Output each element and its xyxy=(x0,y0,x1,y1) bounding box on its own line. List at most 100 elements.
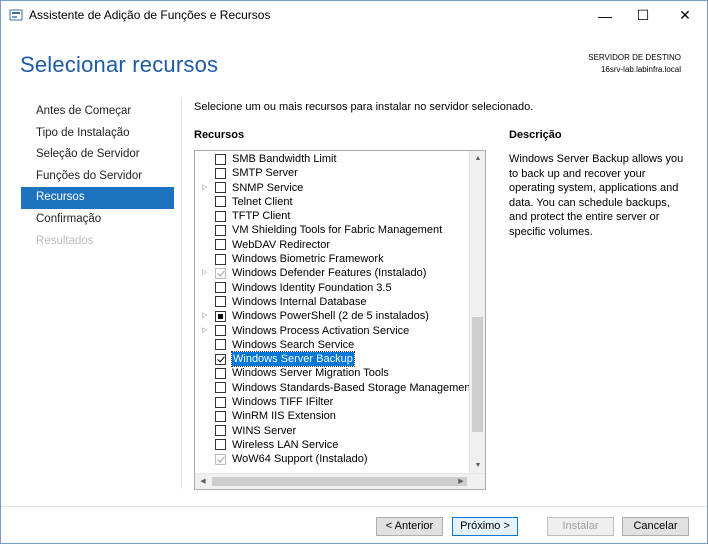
scroll-up-icon[interactable]: ▲ xyxy=(470,151,485,167)
window-title: Assistente de Adição de Funções e Recurs… xyxy=(29,8,271,22)
server-manager-icon xyxy=(9,9,23,21)
title-bar: Assistente de Adição de Funções e Recurs… xyxy=(1,1,707,30)
feature-row[interactable]: ▷ SNMP Service xyxy=(195,181,470,195)
feature-row[interactable]: WebDAV Redirector xyxy=(195,238,470,252)
destination-server-name: 16srv-lab.labinfra.local xyxy=(600,65,681,74)
features-header: Recursos xyxy=(194,129,245,141)
feature-label: TFTP Client xyxy=(232,210,291,223)
feature-checkbox xyxy=(215,453,226,465)
feature-label: Windows Identity Foundation 3.5 xyxy=(232,281,392,294)
feature-checkbox[interactable] xyxy=(215,425,226,437)
vertical-scrollbar[interactable]: ▲ ▼ xyxy=(469,151,485,474)
feature-checkbox[interactable] xyxy=(215,153,226,165)
scroll-down-icon[interactable]: ▼ xyxy=(470,458,485,474)
feature-checkbox[interactable] xyxy=(215,253,226,265)
feature-row[interactable]: WinRM IIS Extension xyxy=(195,409,470,423)
close-button[interactable]: ✕ xyxy=(667,1,703,30)
feature-row[interactable]: Windows Server Migration Tools xyxy=(195,366,470,380)
description-header: Descrição xyxy=(509,129,562,141)
feature-row[interactable]: Telnet Client xyxy=(195,195,470,209)
feature-row[interactable]: Windows Identity Foundation 3.5 xyxy=(195,281,470,295)
footer-divider xyxy=(1,506,707,507)
feature-label: WebDAV Redirector xyxy=(232,238,331,251)
feature-label: Windows Standards-Based Storage Manageme… xyxy=(232,381,474,394)
scroll-right-icon[interactable]: ▶ xyxy=(453,474,469,489)
feature-checkbox[interactable] xyxy=(215,439,226,451)
wizard-window: Assistente de Adição de Funções e Recurs… xyxy=(0,0,708,544)
feature-label: WINS Server xyxy=(232,424,297,437)
expand-arrow-icon[interactable]: ▷ xyxy=(202,324,210,338)
feature-row[interactable]: TFTP Client xyxy=(195,209,470,223)
feature-row[interactable]: SMTP Server xyxy=(195,166,470,180)
page-title: Selecionar recursos xyxy=(20,52,219,77)
nav-item-1[interactable]: Tipo de Instalação xyxy=(21,123,174,145)
features-list[interactable]: SMB Bandwidth Limit SMTP Server ▷ SNMP Serv… xyxy=(194,150,486,490)
previous-button[interactable]: < Anterior xyxy=(376,517,443,536)
feature-label: Wireless LAN Service xyxy=(232,438,339,451)
feature-label: Windows Search Service xyxy=(232,338,355,351)
horizontal-scroll-thumb[interactable] xyxy=(212,477,467,486)
feature-checkbox[interactable] xyxy=(215,396,226,408)
feature-row[interactable]: ▷ Windows Process Activation Service xyxy=(195,324,470,338)
nav-item-2[interactable]: Seleção de Servidor xyxy=(21,144,174,166)
expand-arrow-icon[interactable]: ▷ xyxy=(202,181,210,195)
feature-row[interactable]: Windows Standards-Based Storage Manageme… xyxy=(195,381,474,395)
nav-item-6: Resultados xyxy=(36,234,94,247)
nav-divider xyxy=(181,99,182,489)
feature-label: Windows Internal Database xyxy=(232,295,367,308)
feature-row[interactable]: WINS Server xyxy=(195,424,470,438)
feature-row[interactable]: VM Shielding Tools for Fabric Management xyxy=(195,223,470,237)
expand-arrow-icon[interactable]: ▷ xyxy=(202,309,210,323)
expand-arrow-icon[interactable]: ▷ xyxy=(202,266,210,280)
feature-label: Windows Process Activation Service xyxy=(232,324,410,337)
feature-row[interactable]: Windows Server Backup xyxy=(195,351,470,368)
feature-label: SMTP Server xyxy=(232,167,298,180)
feature-row[interactable]: ▷ Windows PowerShell (2 de 5 instalados) xyxy=(195,309,470,323)
feature-checkbox[interactable] xyxy=(215,310,226,322)
vertical-scroll-thumb[interactable] xyxy=(472,316,483,432)
feature-row[interactable]: Wireless LAN Service xyxy=(195,438,470,452)
feature-checkbox[interactable] xyxy=(215,367,226,379)
feature-label: SNMP Service xyxy=(232,181,304,194)
nav-item-5[interactable]: Confirmação xyxy=(21,209,174,231)
feature-checkbox[interactable] xyxy=(215,210,226,222)
feature-checkbox[interactable] xyxy=(215,196,226,208)
maximize-button[interactable]: ☐ xyxy=(625,1,661,30)
feature-checkbox[interactable] xyxy=(215,224,226,236)
minimize-button[interactable]: — xyxy=(587,1,623,30)
feature-label: Windows Defender Features (Instalado) xyxy=(232,267,427,280)
feature-checkbox[interactable] xyxy=(215,382,226,394)
feature-label: VM Shielding Tools for Fabric Management xyxy=(232,224,443,237)
nav-item-4[interactable]: Recursos xyxy=(21,187,174,209)
feature-checkbox[interactable] xyxy=(215,182,226,194)
feature-label: Windows Biometric Framework xyxy=(232,253,384,266)
cancel-button[interactable]: Cancelar xyxy=(622,517,689,536)
horizontal-scrollbar[interactable]: ◀ ▶ xyxy=(195,473,485,489)
feature-checkbox[interactable] xyxy=(215,410,226,422)
feature-row[interactable]: Windows Biometric Framework xyxy=(195,252,470,266)
nav-item-3[interactable]: Funções do Servidor xyxy=(21,166,174,188)
scroll-left-icon[interactable]: ◀ xyxy=(195,474,211,489)
feature-label: Windows PowerShell (2 de 5 instalados) xyxy=(232,310,429,323)
feature-checkbox[interactable] xyxy=(215,239,226,251)
nav-item-0[interactable]: Antes de Começar xyxy=(21,101,174,123)
feature-row[interactable]: ▷ Windows Defender Features (Instalado) xyxy=(195,266,470,280)
wizard-nav: Antes de Começar Tipo de Instalação Seleçã… xyxy=(21,101,174,252)
feature-checkbox[interactable] xyxy=(215,296,226,308)
instruction-text: Selecione um ou mais recursos para insta… xyxy=(194,101,534,113)
feature-row[interactable]: Windows Internal Database xyxy=(195,295,470,309)
feature-checkbox[interactable] xyxy=(215,353,226,365)
feature-row[interactable]: SMB Bandwidth Limit xyxy=(195,152,470,166)
feature-checkbox[interactable] xyxy=(215,167,226,179)
feature-checkbox[interactable] xyxy=(215,325,226,337)
feature-row[interactable]: Windows Search Service xyxy=(195,338,470,352)
feature-row[interactable]: Windows TIFF IFilter xyxy=(195,395,470,409)
feature-checkbox[interactable] xyxy=(215,339,226,351)
feature-label: SMB Bandwidth Limit xyxy=(232,153,337,165)
feature-checkbox xyxy=(215,267,226,279)
install-button[interactable]: Instalar xyxy=(547,517,614,536)
next-button[interactable]: Próximo > xyxy=(452,517,518,536)
feature-checkbox[interactable] xyxy=(215,282,226,294)
feature-label: Windows TIFF IFilter xyxy=(232,396,334,409)
feature-row[interactable]: WoW64 Support (Instalado) xyxy=(195,452,470,466)
